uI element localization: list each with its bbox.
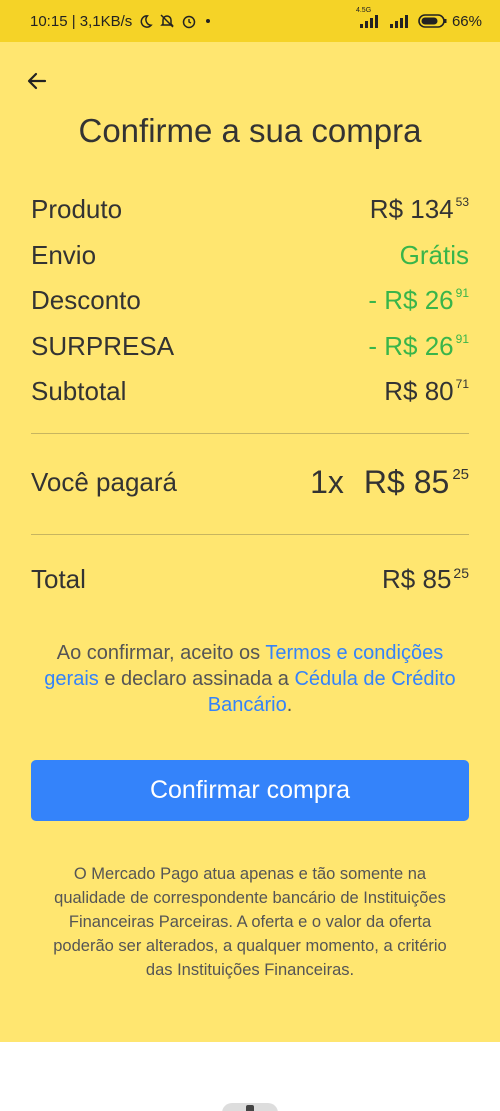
total-value: R$ 85 — [382, 564, 452, 594]
battery-percent: 66% — [451, 12, 482, 30]
terms-middle: e declaro assinada a — [98, 668, 295, 690]
signal-4-5g-icon: 4.5G — [356, 7, 380, 29]
amount-value: R$ 80 — [384, 376, 454, 407]
alarm-icon — [181, 13, 197, 29]
payment-label: Você pagará — [31, 467, 178, 497]
amount-value: - R$ 26 — [368, 285, 454, 316]
payment-cents: 25 — [452, 466, 469, 483]
confirm-purchase-button[interactable]: Confirmar compra — [31, 760, 469, 821]
payment-amount: 1x R$ 85 25 — [310, 464, 469, 501]
handle-icon — [246, 1105, 254, 1111]
amount-cents: 91 — [455, 286, 469, 301]
main-content: Confirme a sua compra Produto R$ 134 53 E… — [0, 42, 500, 1042]
row-label: SURPRESA — [31, 330, 175, 361]
row-label: Produto — [31, 194, 123, 225]
network-tag: 4.5G — [355, 7, 372, 14]
total-amount: R$ 85 25 — [382, 564, 469, 595]
amount-value: Grátis — [399, 239, 469, 270]
status-left: 10:15 | 3,1KB/s — [30, 13, 358, 30]
summary-row-desconto: Desconto - R$ 26 91 — [31, 278, 469, 324]
disclaimer-text: O Mercado Pago atua apenas e tão somente… — [53, 865, 447, 979]
moon-icon — [138, 14, 154, 29]
terms-suffix: . — [286, 694, 293, 716]
total-cents: 25 — [453, 565, 469, 581]
signal-icon — [388, 13, 410, 29]
row-label: Desconto — [31, 285, 141, 316]
summary-row-subtotal: Subtotal R$ 80 71 — [31, 369, 469, 415]
battery-indicator: 66% — [418, 13, 482, 30]
row-label: Envio — [31, 239, 97, 270]
installments: 1x — [310, 464, 344, 500]
amount-cents: 91 — [455, 331, 469, 346]
row-amount: R$ 80 71 — [384, 376, 469, 407]
amount-cents: 53 — [455, 195, 469, 210]
amount-value: R$ 134 — [369, 194, 454, 225]
total-row: Total R$ 85 25 — [31, 564, 469, 595]
divider — [31, 433, 469, 434]
status-bar: 10:15 | 3,1KB/s 4.5G 66% — [0, 0, 500, 42]
amount-value: - R$ 26 — [368, 330, 454, 361]
status-right: 4.5G 66% — [356, 7, 482, 30]
bottom-area — [0, 1042, 500, 1111]
terms-text: Ao confirmar, aceito os Termos e condiçõ… — [30, 640, 470, 718]
arrow-left-icon — [27, 72, 47, 90]
back-button[interactable] — [22, 66, 52, 96]
summary-row-produto: Produto R$ 134 53 — [31, 187, 469, 233]
summary-list: Produto R$ 134 53 Envio Grátis Desconto -… — [31, 187, 469, 415]
muted-bell-icon — [159, 13, 175, 29]
divider — [31, 534, 469, 535]
summary-row-envio: Envio Grátis — [31, 233, 469, 279]
battery-icon — [418, 13, 448, 29]
row-label: Subtotal — [31, 376, 127, 407]
page-title: Confirme a sua compra — [78, 112, 422, 149]
row-amount: - R$ 26 91 — [368, 331, 469, 362]
amount-cents: 71 — [455, 377, 469, 392]
payment-row: Você pagará 1x R$ 85 25 — [31, 464, 469, 501]
total-label: Total — [31, 564, 86, 594]
summary-row-surpresa: SURPRESA - R$ 26 91 — [31, 324, 469, 370]
row-amount: Grátis — [400, 240, 469, 271]
row-amount: R$ 134 53 — [370, 194, 469, 225]
dot-icon — [203, 16, 213, 26]
row-amount: - R$ 26 91 — [368, 285, 469, 316]
terms-prefix: Ao confirmar, aceito os — [56, 642, 266, 664]
status-time-speed: 10:15 | 3,1KB/s — [30, 12, 133, 30]
payment-value: R$ 85 — [363, 464, 450, 500]
